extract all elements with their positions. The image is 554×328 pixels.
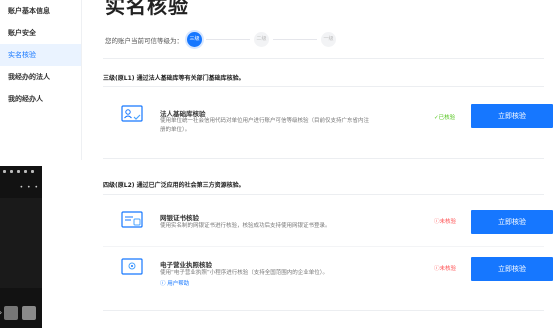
card-title: 网银证书核验 [160, 214, 199, 222]
page-title: 实名核验 [105, 0, 189, 18]
verification-card-legal-db: 法人基础库核验 使用单位统一社会信用代码对单位用户进行账户可信等级核验（目前仅支… [103, 100, 553, 140]
chevron-left-icon[interactable]: › [0, 308, 2, 317]
more-icon[interactable]: • • • [20, 184, 39, 191]
divider [103, 58, 544, 59]
sidebar: 账户基本信息 账户安全 实名核验 我经办的法人 我的经办人 [0, 0, 82, 160]
participant-thumbnail[interactable] [22, 306, 36, 320]
divider [103, 194, 544, 195]
section-heading-level-3: 三级(原L1) 通过法人基础库等有关部门基础库核验。 [103, 75, 245, 82]
certificate-icon [121, 211, 143, 228]
status-label: 未核验 [439, 219, 457, 225]
step-connector [273, 39, 317, 40]
divider [103, 246, 544, 247]
user-help-link[interactable]: ⓘ 用户帮助 [160, 279, 189, 287]
video-overlay: • • • › [0, 166, 42, 328]
verify-now-button[interactable]: 立即核验 [471, 104, 553, 128]
status-label: 已核验 [438, 115, 456, 121]
step-level-2: 二级 [254, 32, 269, 47]
video-toolbar [0, 170, 42, 178]
status-label: 未核验 [439, 266, 457, 272]
card-description: 使用实名制的网银证书进行核验，核验成功后支持使用网银证书登录。 [160, 223, 331, 229]
step-level-1: 一级 [321, 32, 336, 47]
trust-level-text: 您的账户当前可信等级为： [105, 36, 183, 45]
divider [103, 158, 544, 159]
verify-now-button[interactable]: 立即核验 [471, 210, 553, 234]
trust-level-indicator: 您的账户当前可信等级为： 三级 二级 一级 [105, 32, 336, 47]
sidebar-item-my-legal-entities[interactable]: 我经办的法人 [0, 66, 81, 88]
verify-now-button[interactable]: 立即核验 [471, 257, 553, 281]
business-license-icon [121, 258, 143, 275]
card-description: 使用“电子营业执照”小程序进行核验（支持全国范围内的企业单位）。 [160, 270, 328, 276]
verification-card-e-license: 电子营业执照核验 使用“电子营业执照”小程序进行核验（支持全国范围内的企业单位）… [103, 254, 553, 294]
step-level-3: 三级 [187, 32, 202, 47]
sidebar-item-real-name-verification[interactable]: 实名核验 [0, 44, 81, 66]
card-description: 使用单位统一社会信用代码对单位用户进行账户可信等级核验（目前仅支持广东省内注册的… [160, 118, 370, 133]
id-card-icon [121, 105, 143, 122]
main-content: 实名核验 您的账户当前可信等级为： 三级 二级 一级 三级(原L1) 通过法人基… [92, 0, 554, 328]
card-title: 电子营业执照核验 [160, 261, 212, 269]
video-panel [0, 198, 42, 288]
status-unverified: ⓘ未核验 [434, 217, 456, 225]
divider [103, 310, 544, 311]
sidebar-item-account-info[interactable]: 账户基本信息 [0, 0, 81, 22]
divider [103, 86, 544, 87]
sidebar-item-my-agents[interactable]: 我的经办人 [0, 88, 81, 110]
verification-card-bank-cert: 网银证书核验 使用实名制的网银证书进行核验，核验成功后支持使用网银证书登录。 ⓘ… [103, 207, 553, 239]
status-verified: ✓已核验 [434, 113, 455, 121]
section-heading-level-2: 四级(原L2) 通过已广泛应用的社会第三方资源核验。 [103, 182, 245, 189]
sidebar-item-account-security[interactable]: 账户安全 [0, 22, 81, 44]
status-unverified: ⓘ未核验 [434, 264, 456, 272]
step-connector [206, 39, 250, 40]
participant-thumbnail[interactable] [4, 306, 18, 320]
